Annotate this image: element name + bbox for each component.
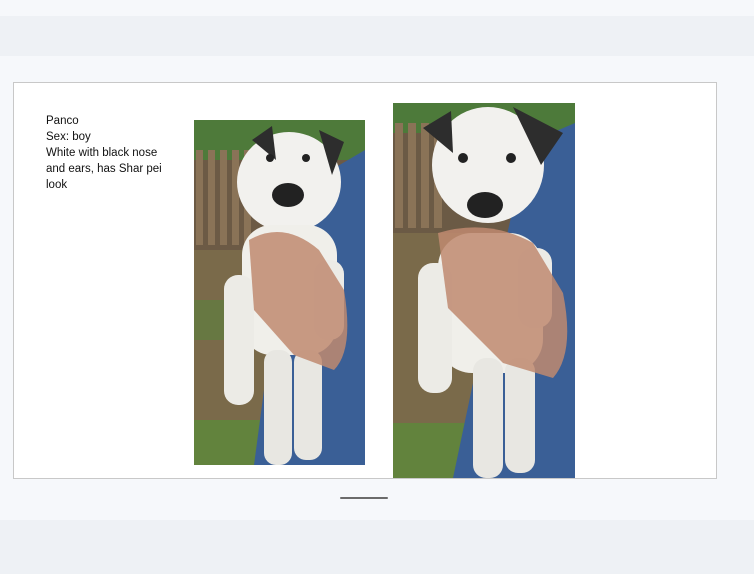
top-toolbar-band bbox=[0, 16, 754, 56]
puppy-photo-1[interactable] bbox=[194, 120, 365, 465]
page-scroll-indicator[interactable] bbox=[340, 497, 388, 499]
pet-caption: Panco Sex: boy White with black nose and… bbox=[46, 113, 176, 193]
pet-description: White with black nose and ears, has Shar… bbox=[46, 147, 162, 191]
slide-canvas[interactable]: Panco Sex: boy White with black nose and… bbox=[13, 82, 717, 479]
bottom-toolbar-band bbox=[0, 520, 754, 574]
pet-sex: Sex: boy bbox=[46, 131, 91, 143]
puppy-photo-2[interactable] bbox=[393, 103, 575, 478]
pet-name: Panco bbox=[46, 115, 79, 127]
puppy-image-1 bbox=[194, 120, 365, 465]
puppy-image-2 bbox=[393, 103, 575, 478]
